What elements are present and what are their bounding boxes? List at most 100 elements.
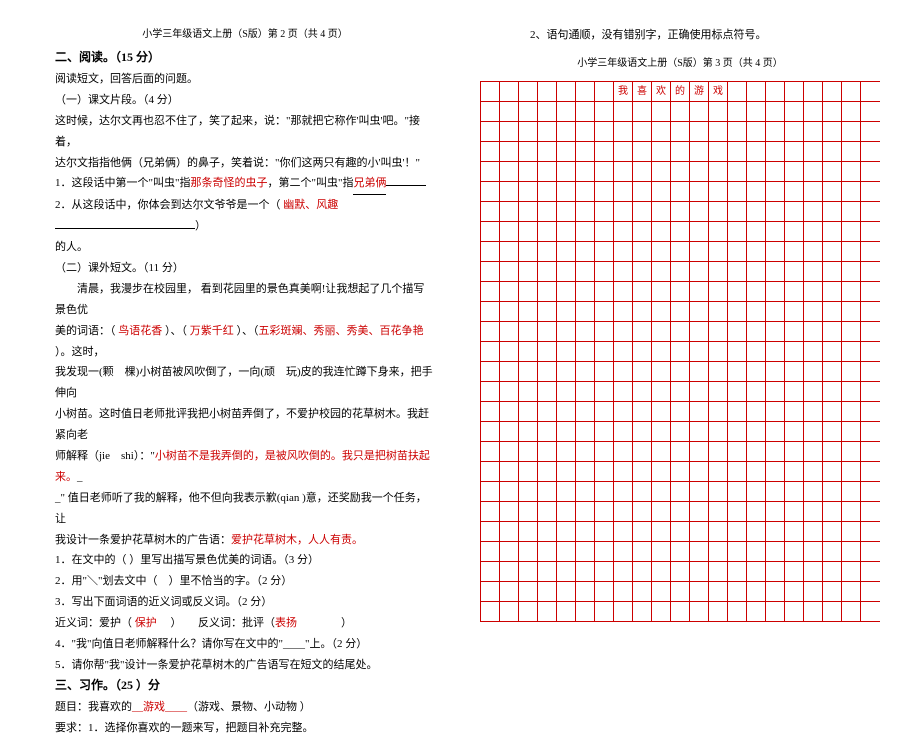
grid-cell <box>500 102 519 121</box>
text-line: 达尔文指指他俩（兄弟俩）的鼻子，笑着说："你们这两只有趣的小'叫虫'！" <box>55 153 435 174</box>
grid-cell <box>709 302 728 321</box>
grid-cell <box>481 562 500 581</box>
grid-cell <box>519 402 538 421</box>
grid-cell <box>519 362 538 381</box>
grid-row <box>480 461 880 481</box>
grid-cell <box>481 482 500 501</box>
grid-cell <box>519 202 538 221</box>
grid-cell <box>709 442 728 461</box>
grid-cell <box>519 542 538 561</box>
grid-cell <box>747 102 766 121</box>
grid-cell <box>842 582 861 601</box>
grid-cell <box>519 162 538 181</box>
grid-cell <box>766 142 785 161</box>
grid-cell <box>652 202 671 221</box>
grid-cell <box>633 442 652 461</box>
grid-cell <box>595 582 614 601</box>
grid-cell <box>633 102 652 121</box>
grid-cell <box>538 302 557 321</box>
grid-cell <box>633 402 652 421</box>
grid-cell <box>690 502 709 521</box>
grid-cell <box>652 442 671 461</box>
grid-cell <box>766 122 785 141</box>
grid-cell <box>785 202 804 221</box>
grid-cell <box>519 482 538 501</box>
grid-cell <box>481 502 500 521</box>
grid-cell <box>747 162 766 181</box>
grid-cell <box>633 382 652 401</box>
text-line: 小树苗。这时值日老师批评我把小树苗弄倒了，不爱护校园的花草树木。我赶紧向老 <box>55 404 435 446</box>
grid-cell <box>728 202 747 221</box>
grid-cell <box>595 602 614 621</box>
grid-cell <box>766 582 785 601</box>
grid-cell <box>823 362 842 381</box>
grid-cell <box>500 542 519 561</box>
grid-cell <box>652 122 671 141</box>
answer-red: 保护 <box>132 617 160 629</box>
grid-cell <box>633 362 652 381</box>
grid-cell <box>785 282 804 301</box>
grid-cell <box>842 222 861 241</box>
grid-cell <box>785 482 804 501</box>
grid-cell <box>690 322 709 341</box>
grid-cell <box>766 82 785 101</box>
grid-cell <box>823 402 842 421</box>
grid-cell <box>842 142 861 161</box>
grid-cell <box>766 542 785 561</box>
grid-cell <box>576 502 595 521</box>
grid-cell <box>519 142 538 161</box>
grid-cell <box>747 522 766 541</box>
grid-cell <box>519 422 538 441</box>
grid-cell <box>481 282 500 301</box>
answer-red: 兄弟俩 <box>353 177 386 189</box>
grid-cell <box>766 222 785 241</box>
grid-cell <box>595 462 614 481</box>
grid-cell <box>538 182 557 201</box>
grid-cell <box>481 262 500 281</box>
answer-red: 爱护花草树木，人人有责。 <box>231 534 363 546</box>
grid-row <box>480 601 880 622</box>
grid-cell <box>804 342 823 361</box>
grid-cell <box>709 602 728 621</box>
grid-cell <box>804 442 823 461</box>
grid-cell <box>671 342 690 361</box>
grid-cell <box>804 102 823 121</box>
grid-cell <box>842 342 861 361</box>
grid-cell <box>709 322 728 341</box>
grid-cell <box>633 422 652 441</box>
grid-cell <box>823 542 842 561</box>
grid-cell <box>633 462 652 481</box>
grid-cell <box>747 282 766 301</box>
grid-cell <box>671 602 690 621</box>
grid-cell <box>557 342 576 361</box>
grid-cell <box>481 422 500 441</box>
grid-cell <box>633 202 652 221</box>
grid-cell <box>652 302 671 321</box>
grid-cell <box>671 122 690 141</box>
grid-cell <box>633 342 652 361</box>
grid-cell <box>614 502 633 521</box>
grid-cell <box>709 582 728 601</box>
grid-cell <box>690 402 709 421</box>
grid-cell <box>804 542 823 561</box>
grid-cell: 欢 <box>652 82 671 101</box>
grid-cell <box>823 102 842 121</box>
grid-row <box>480 481 880 501</box>
grid-cell <box>538 142 557 161</box>
grid-cell <box>538 582 557 601</box>
grid-cell <box>633 122 652 141</box>
grid-cell <box>671 242 690 261</box>
grid-cell <box>652 282 671 301</box>
grid-cell <box>709 542 728 561</box>
grid-cell <box>671 422 690 441</box>
grid-cell <box>747 342 766 361</box>
grid-cell <box>804 422 823 441</box>
grid-cell <box>728 382 747 401</box>
grid-cell <box>747 122 766 141</box>
grid-cell <box>766 382 785 401</box>
grid-cell <box>652 182 671 201</box>
text-line: 师解释（jie shi）："小树苗不是我弄倒的，是被风吹倒的。我只是把树苗扶起来… <box>55 446 435 488</box>
grid-cell <box>690 362 709 381</box>
grid-cell <box>538 242 557 261</box>
grid-cell <box>785 402 804 421</box>
